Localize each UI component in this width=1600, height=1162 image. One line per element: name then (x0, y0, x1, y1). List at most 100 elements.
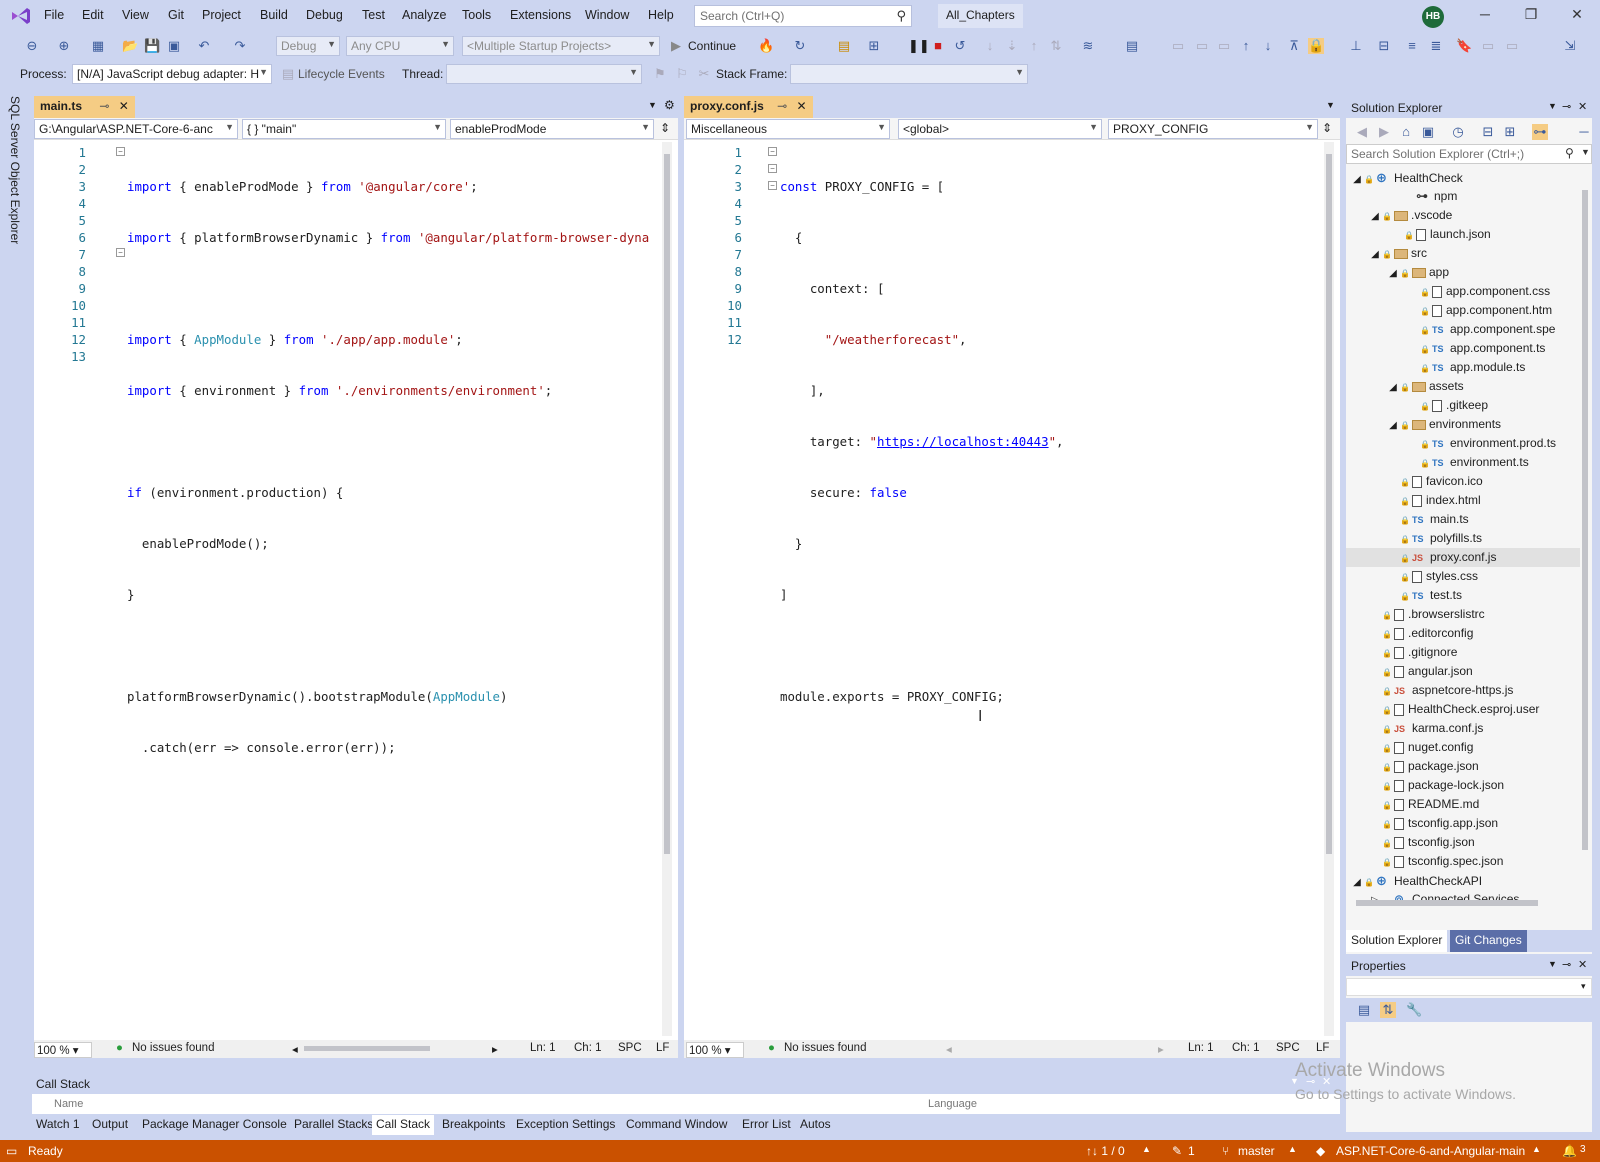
back-icon[interactable]: ◀ (1354, 124, 1370, 140)
open-file-icon[interactable]: 📂 (122, 38, 138, 54)
close-window-icon[interactable]: ✕ (1562, 6, 1592, 23)
fold-toggle-icon[interactable]: − (768, 147, 777, 156)
tree-item[interactable]: 🔒 index.html (1346, 491, 1580, 510)
tree-item[interactable]: 🔒 TS app.component.spe (1346, 320, 1580, 339)
tab-error-list[interactable]: Error List (742, 1117, 791, 1131)
tree-item[interactable]: 🔒 .editorconfig (1346, 624, 1580, 643)
tab-main-ts[interactable]: main.ts ⊸ ✕ (34, 96, 135, 118)
scroll-left-icon[interactable]: ◂ (946, 1042, 952, 1056)
format-icon[interactable]: ⊥ (1348, 38, 1364, 54)
line-indicator[interactable]: Ln: 1 (1188, 1042, 1214, 1054)
expanded-arrow-icon[interactable]: ◢ (1386, 378, 1400, 397)
zoom-dropdown[interactable]: 100 % ▾ (34, 1042, 92, 1058)
indent-icon[interactable]: ≡ (1404, 38, 1420, 54)
whitespace-indicator[interactable]: SPC (1276, 1042, 1300, 1054)
repository-name[interactable]: ASP.NET-Core-6-and-Angular-main (1336, 1144, 1525, 1158)
tree-item[interactable]: 🔒 TS environment.prod.ts (1346, 434, 1580, 453)
tree-item[interactable]: 🔒 TS polyfills.ts (1346, 529, 1580, 548)
configuration-dropdown[interactable]: Debug ▼ (276, 36, 340, 56)
split-editor-icon[interactable]: ⇕ (1322, 121, 1332, 135)
menu-test[interactable]: Test (362, 8, 385, 22)
tree-item[interactable]: 🔒 JS aspnetcore-https.js (1346, 681, 1580, 700)
scroll-left-icon[interactable]: ◂ (292, 1042, 298, 1056)
close-tab-icon[interactable]: ✕ (797, 99, 807, 113)
line-ending-indicator[interactable]: LF (656, 1042, 669, 1054)
avatar[interactable]: HB (1422, 6, 1444, 28)
solution-name[interactable]: All_Chapters (938, 4, 1023, 28)
tree-item[interactable]: ⊶ npm (1346, 187, 1580, 206)
tab-autos[interactable]: Autos (800, 1117, 831, 1131)
split-editor-icon[interactable]: ⇕ (660, 121, 670, 135)
tree-item[interactable]: ◢ 🔒 environments (1346, 415, 1580, 434)
live-share-icon[interactable]: ⇲ (1562, 38, 1578, 54)
expanded-arrow-icon[interactable]: ◢ (1368, 245, 1382, 264)
tree-item[interactable]: 🔒 package-lock.json (1346, 776, 1580, 795)
pin-icon[interactable]: ⊸ (1562, 958, 1571, 971)
line-ending-indicator[interactable]: LF (1316, 1042, 1329, 1054)
stop-icon[interactable]: ■ (930, 38, 946, 54)
tree-item[interactable]: 🔒 TS app.module.ts (1346, 358, 1580, 377)
solution-search-input[interactable]: Search Solution Explorer (Ctrl+;) ⚲ ▼ (1346, 144, 1592, 164)
step-out-icon[interactable]: ↑ (1026, 38, 1042, 54)
close-panel-icon[interactable]: ✕ (1578, 958, 1587, 971)
tree-item[interactable]: 🔒 app.component.htm (1346, 301, 1580, 320)
tree-item[interactable]: ◢ 🔒 assets (1346, 377, 1580, 396)
menu-project[interactable]: Project (202, 8, 241, 22)
align-icon[interactable]: ⊼ (1286, 38, 1302, 54)
scroll-right-icon[interactable]: ▸ (492, 1042, 498, 1056)
pause-icon[interactable]: ❚❚ (908, 38, 930, 54)
expanded-arrow-icon[interactable]: ◢ (1386, 416, 1400, 435)
split-icon[interactable]: ⊟ (1376, 38, 1392, 54)
column-header-name[interactable]: Name (54, 1098, 83, 1110)
collapse-all-icon[interactable]: ⊞ (1502, 124, 1518, 140)
tab-call-stack[interactable]: Call Stack (372, 1115, 435, 1135)
whitespace-indicator[interactable]: SPC (618, 1042, 642, 1054)
menu-build[interactable]: Build (260, 8, 288, 22)
menu-debug[interactable]: Debug (306, 8, 343, 22)
right-vertical-scrollbar[interactable] (1324, 142, 1334, 1036)
show-flagged-icon[interactable]: ⚐ (674, 66, 690, 82)
project-dropdown[interactable]: G:\Angular\ASP.NET-Core-6-anc ▼ (34, 119, 238, 139)
home-icon[interactable]: ⌂ (1398, 124, 1414, 140)
categorized-icon[interactable]: ▤ (1356, 1002, 1372, 1018)
lock-icon[interactable]: 🔒 (1308, 38, 1324, 54)
window-layout-icon[interactable]: ⊞ (866, 38, 882, 54)
lifecycle-events-button[interactable]: Lifecycle Events (298, 67, 385, 81)
output-icon[interactable]: ▭ (6, 1144, 17, 1158)
thread-dropdown[interactable]: ▼ (446, 64, 642, 84)
tree-item[interactable]: 🔒 JS karma.conf.js (1346, 719, 1580, 738)
undo-icon[interactable]: ↶ (196, 38, 212, 54)
panel-menu-icon[interactable]: ▼ (1548, 959, 1557, 969)
menu-view[interactable]: View (122, 8, 149, 22)
menu-window[interactable]: Window (585, 8, 629, 22)
tree-vertical-scrollbar[interactable] (1580, 168, 1590, 898)
arrow-down-icon[interactable]: ↓ (1260, 38, 1276, 54)
issues-status[interactable]: No issues found (784, 1042, 866, 1054)
tree-item[interactable]: 🔒 nuget.config (1346, 738, 1580, 757)
close-tab-icon[interactable]: ✕ (119, 99, 129, 113)
scrollbar-thumb[interactable] (1326, 154, 1332, 854)
flag-thread-icon[interactable]: ⚑ (652, 66, 668, 82)
bookmark-clear-icon[interactable]: ▭ (1504, 38, 1520, 54)
expanded-arrow-icon[interactable]: ◢ (1386, 264, 1400, 283)
save-all-icon[interactable]: ▣ (166, 38, 182, 54)
project-dropdown[interactable]: Miscellaneous ▼ (686, 119, 890, 139)
maximize-icon[interactable]: ❐ (1516, 6, 1546, 23)
scrollbar-thumb[interactable] (1356, 900, 1538, 906)
tree-item[interactable]: 🔒 launch.json (1346, 225, 1580, 244)
tab-git-changes[interactable]: Git Changes (1450, 930, 1527, 952)
navigate-forward-icon[interactable]: ⊕ (56, 38, 72, 54)
tab-command-window[interactable]: Command Window (626, 1117, 727, 1131)
tree-item[interactable]: 🔒 package.json (1346, 757, 1580, 776)
fold-toggle-icon[interactable]: − (116, 248, 125, 257)
continue-button[interactable]: Continue (688, 39, 736, 53)
scope-dropdown[interactable]: { } "main" ▼ (242, 119, 446, 139)
search-input[interactable]: Search (Ctrl+Q) ⚲ (694, 5, 912, 27)
save-icon[interactable]: 💾 (144, 38, 160, 54)
horizontal-scrollbar[interactable]: ◂ ▸ (292, 1042, 502, 1056)
tab-parallel-stacks[interactable]: Parallel Stacks (294, 1117, 373, 1131)
scroll-right-icon[interactable]: ▸ (1158, 1042, 1164, 1056)
pending-changes-icon[interactable]: ◷ (1450, 124, 1466, 140)
lifecycle-icon[interactable]: ▤ (280, 66, 296, 82)
menu-help[interactable]: Help (648, 8, 674, 22)
